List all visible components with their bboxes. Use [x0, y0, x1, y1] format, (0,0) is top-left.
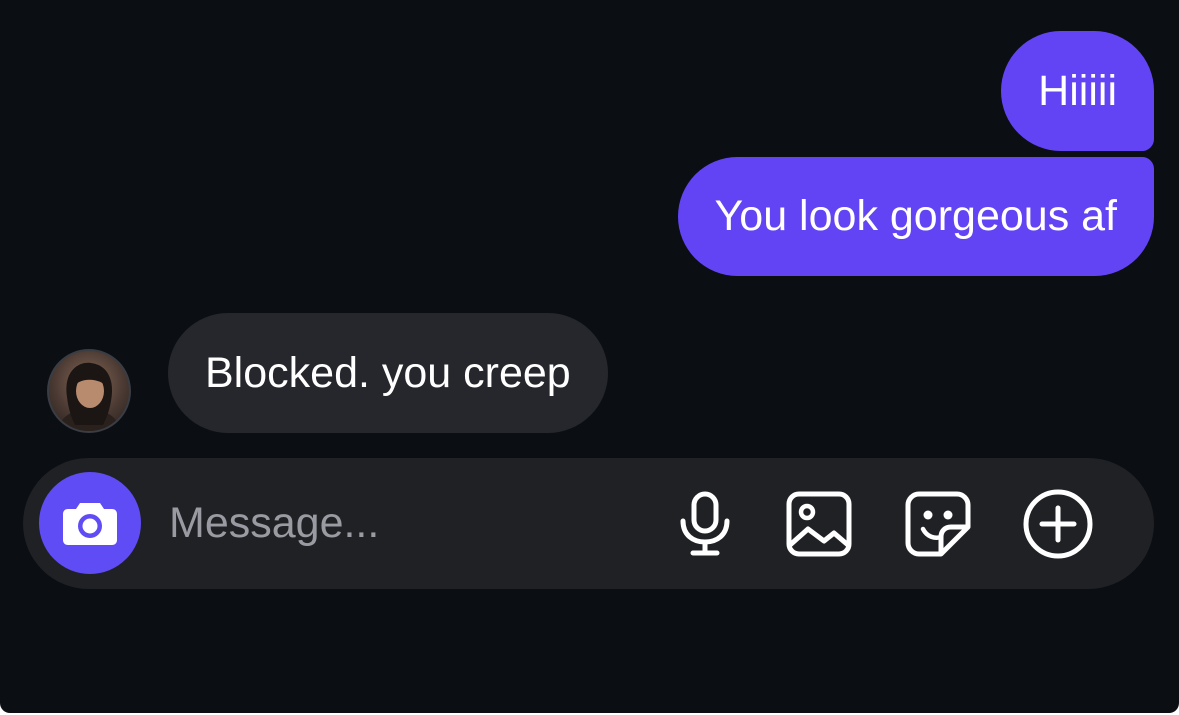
camera-button[interactable] [39, 472, 141, 574]
gallery-button[interactable] [783, 488, 855, 560]
message-input[interactable] [169, 491, 629, 555]
more-button[interactable] [1022, 488, 1094, 560]
contact-avatar[interactable] [47, 349, 131, 433]
message-text: You look gorgeous af [714, 192, 1117, 240]
chat-screen: Hiiiii You look gorgeous af Blocked. you… [0, 0, 1179, 713]
avatar-photo [59, 362, 119, 431]
message-composer [23, 458, 1154, 589]
microphone-icon [680, 491, 730, 556]
sticker-button[interactable] [902, 488, 974, 560]
message-text: Blocked. you creep [205, 348, 571, 397]
message-text: Hiiiii [1038, 66, 1117, 115]
incoming-message-bubble[interactable]: Blocked. you creep [168, 313, 608, 433]
sticker-icon [905, 491, 971, 557]
image-icon [786, 491, 852, 557]
camera-icon [63, 503, 117, 545]
outgoing-message-bubble[interactable]: Hiiiii [1001, 31, 1154, 151]
microphone-button[interactable] [669, 488, 741, 560]
plus-icon [1023, 489, 1093, 559]
outgoing-message-bubble[interactable]: You look gorgeous af [677, 157, 1154, 276]
